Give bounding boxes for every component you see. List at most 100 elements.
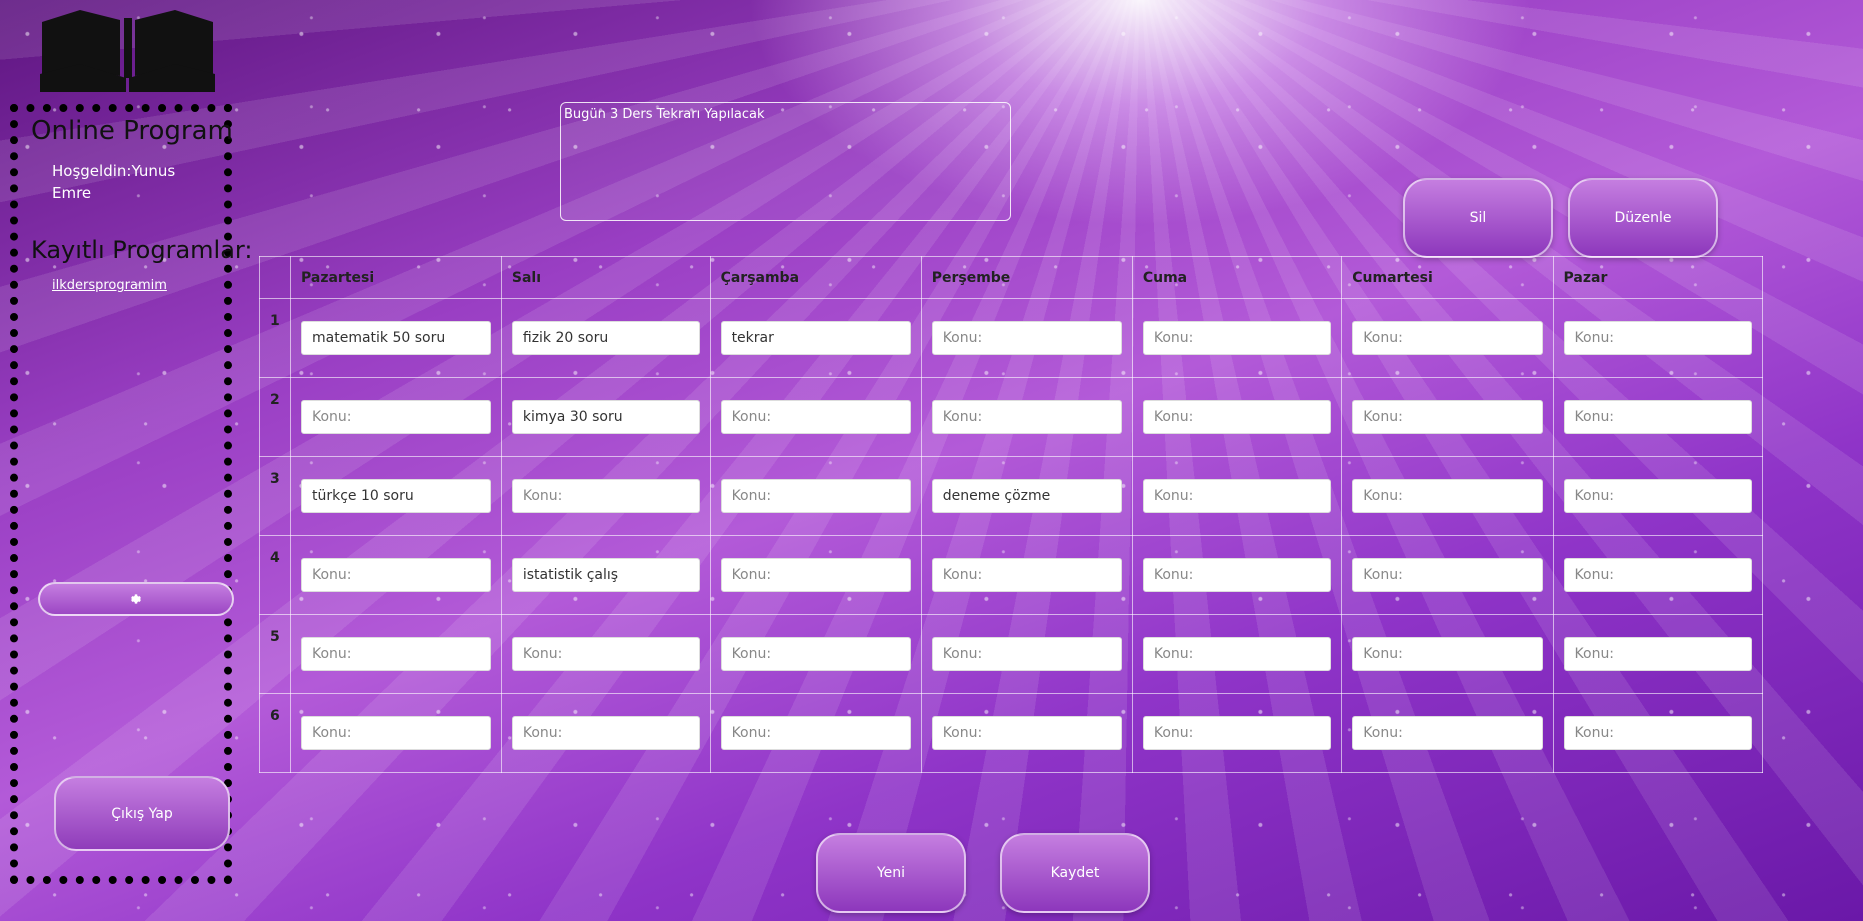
topic-input[interactable]: [931, 321, 1122, 355]
topic-input[interactable]: [1142, 637, 1332, 671]
settings-button[interactable]: [38, 582, 234, 616]
book-logo-icon: [40, 10, 215, 92]
edit-button[interactable]: Düzenle: [1568, 178, 1718, 258]
app-title: Online Program: [31, 116, 233, 146]
topic-input[interactable]: [1352, 400, 1543, 434]
topic-input[interactable]: [931, 400, 1122, 434]
schedule-cell: [500, 535, 711, 615]
schedule-cell: [1131, 614, 1343, 694]
table-row: 6: [259, 693, 1764, 773]
topic-input[interactable]: [931, 716, 1122, 750]
schedule-cell: [1552, 298, 1764, 378]
topic-input[interactable]: [1142, 558, 1332, 592]
schedule-cell: [920, 693, 1133, 773]
day-header: Çarşamba: [709, 256, 922, 299]
topic-input[interactable]: [720, 400, 911, 434]
topic-input[interactable]: [1352, 558, 1543, 592]
schedule-cell: [709, 377, 922, 457]
schedule-cell: [500, 298, 711, 378]
delete-button[interactable]: Sil: [1403, 178, 1553, 258]
schedule-cell: [1552, 456, 1764, 536]
topic-input[interactable]: [1142, 479, 1332, 513]
schedule-header-row: Pazartesi Salı Çarşamba Perşembe Cuma Cu…: [259, 256, 1764, 299]
schedule-cell: [920, 535, 1133, 615]
topic-input[interactable]: [511, 558, 700, 592]
schedule-cell: [1552, 535, 1764, 615]
topic-input[interactable]: [1142, 400, 1332, 434]
index-header: [259, 256, 291, 299]
schedule-cell: [1341, 614, 1554, 694]
schedule-cell: [1341, 456, 1554, 536]
topic-input[interactable]: [720, 637, 911, 671]
topic-input[interactable]: [931, 479, 1122, 513]
topic-input[interactable]: [1563, 716, 1752, 750]
schedule-cell: [1341, 298, 1554, 378]
topic-input[interactable]: [720, 558, 911, 592]
topic-input[interactable]: [301, 321, 491, 355]
topic-input[interactable]: [511, 637, 700, 671]
topic-input[interactable]: [511, 716, 700, 750]
topic-input[interactable]: [301, 637, 491, 671]
schedule-cell: [290, 298, 502, 378]
schedule-cell: [1131, 693, 1343, 773]
new-button[interactable]: Yeni: [816, 833, 966, 913]
row-number: 1: [259, 298, 291, 378]
day-header: Pazar: [1552, 256, 1764, 299]
schedule-cell: [920, 298, 1133, 378]
schedule-cell: [709, 693, 922, 773]
save-button[interactable]: Kaydet: [1000, 833, 1150, 913]
schedule-cell: [709, 456, 922, 536]
table-row: 2: [259, 377, 1764, 457]
schedule-cell: [290, 535, 502, 615]
topic-input[interactable]: [1563, 637, 1752, 671]
table-row: 5: [259, 614, 1764, 694]
topic-input[interactable]: [1563, 321, 1752, 355]
table-row: 3: [259, 456, 1764, 536]
topic-input[interactable]: [1563, 558, 1752, 592]
topic-input[interactable]: [511, 321, 700, 355]
topic-input[interactable]: [1352, 716, 1543, 750]
schedule-cell: [1131, 456, 1343, 536]
schedule-cell: [920, 377, 1133, 457]
topic-input[interactable]: [720, 479, 911, 513]
schedule-cell: [1341, 377, 1554, 457]
day-header: Perşembe: [920, 256, 1133, 299]
schedule-table: Pazartesi Salı Çarşamba Perşembe Cuma Cu…: [259, 256, 1764, 773]
topic-input[interactable]: [931, 637, 1122, 671]
schedule-cell: [1552, 614, 1764, 694]
topic-input[interactable]: [301, 558, 491, 592]
row-number: 2: [259, 377, 291, 457]
topic-input[interactable]: [1142, 321, 1332, 355]
schedule-cell: [1131, 535, 1343, 615]
day-header: Pazartesi: [290, 256, 502, 299]
schedule-cell: [500, 693, 711, 773]
schedule-cell: [1131, 298, 1343, 378]
schedule-cell: [920, 614, 1133, 694]
row-number: 4: [259, 535, 291, 615]
topic-input[interactable]: [1563, 400, 1752, 434]
topic-input[interactable]: [1352, 479, 1543, 513]
row-number: 3: [259, 456, 291, 536]
topic-input[interactable]: [511, 479, 700, 513]
table-row: 1: [259, 298, 1764, 378]
logout-button[interactable]: Çıkış Yap: [54, 776, 230, 851]
topic-input[interactable]: [720, 321, 911, 355]
schedule-cell: [500, 456, 711, 536]
schedule-cell: [290, 614, 502, 694]
topic-input[interactable]: [1563, 479, 1752, 513]
schedule-cell: [290, 456, 502, 536]
topic-input[interactable]: [301, 479, 491, 513]
gear-icon: [131, 594, 141, 604]
topic-input[interactable]: [301, 716, 491, 750]
topic-input[interactable]: [1352, 637, 1543, 671]
note-textarea[interactable]: Bugün 3 Ders Tekrarı Yapılacak: [560, 102, 1011, 221]
topic-input[interactable]: [1352, 321, 1543, 355]
topic-input[interactable]: [511, 400, 700, 434]
saved-program-link[interactable]: ilkdersprogramim: [52, 278, 167, 293]
topic-input[interactable]: [1142, 716, 1332, 750]
topic-input[interactable]: [931, 558, 1122, 592]
schedule-cell: [1552, 693, 1764, 773]
topic-input[interactable]: [720, 716, 911, 750]
topic-input[interactable]: [301, 400, 491, 434]
schedule-cell: [1131, 377, 1343, 457]
